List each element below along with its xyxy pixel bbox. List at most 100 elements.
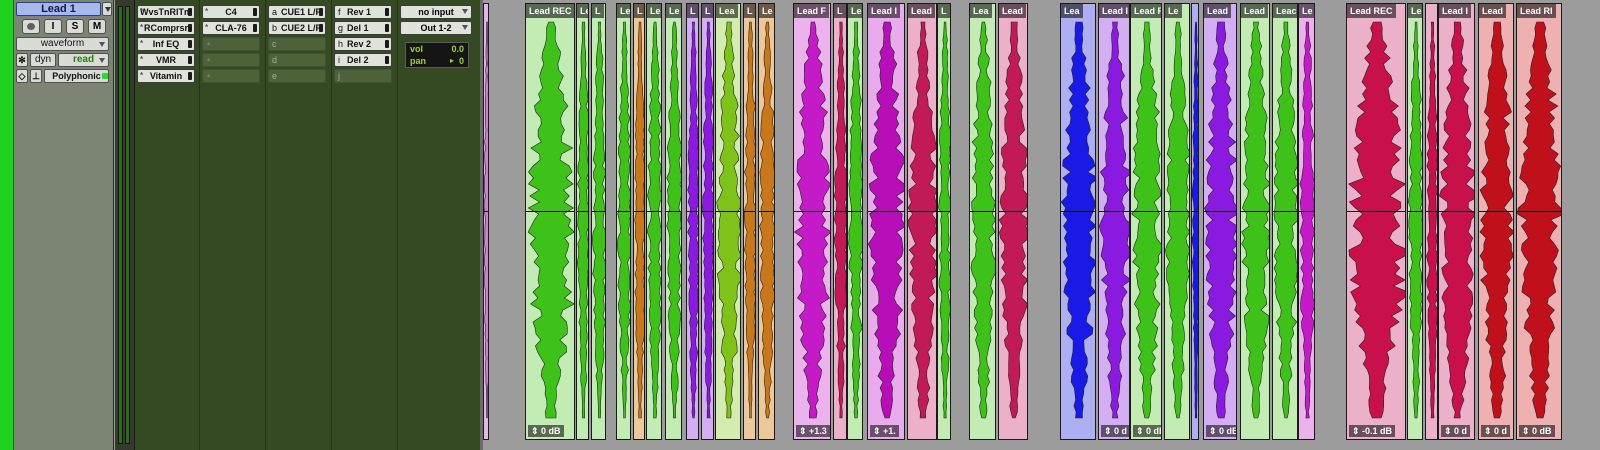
send-f-j-slot-5[interactable]: j bbox=[334, 69, 392, 83]
solo-button[interactable]: S bbox=[66, 19, 84, 34]
clip-volume-line[interactable] bbox=[848, 211, 862, 212]
clip-volume-line[interactable] bbox=[999, 211, 1027, 212]
audio-clip[interactable]: Lea bbox=[969, 3, 996, 440]
clip-gain-label[interactable]: ⇕ 0 dB bbox=[1206, 425, 1236, 437]
clip-volume-line[interactable] bbox=[617, 211, 630, 212]
snowflake-icon[interactable]: ✻ bbox=[16, 53, 28, 67]
send-f-j-slot-1[interactable]: f Rev 1 bbox=[334, 5, 392, 19]
clip-volume-line[interactable] bbox=[1347, 211, 1405, 212]
audio-clip[interactable]: Lead bbox=[998, 3, 1028, 440]
audio-clip[interactable]: Lead I ⇕ 0 d bbox=[1098, 3, 1130, 440]
clip-volume-line[interactable] bbox=[1241, 211, 1269, 212]
audio-clip[interactable]: Le bbox=[616, 3, 631, 440]
audio-clip[interactable]: L bbox=[633, 3, 645, 440]
input-monitor-button[interactable]: I bbox=[44, 19, 62, 34]
send-a-e-slot-2[interactable]: b CUE2 L/R bbox=[268, 21, 326, 35]
insert-a-e-slot-4[interactable]: VMR * bbox=[137, 53, 195, 67]
clip-volume-line[interactable] bbox=[577, 211, 588, 212]
dyn-button[interactable]: dyn bbox=[30, 53, 56, 67]
send-f-j-slot-4[interactable]: i Del 2 bbox=[334, 53, 392, 67]
clip-volume-line[interactable] bbox=[666, 211, 681, 212]
insert-f-j-slot-5[interactable]: • * bbox=[202, 69, 260, 83]
clip-volume-line[interactable] bbox=[592, 211, 605, 212]
clip-gain-label[interactable]: ⇕ 0 dB bbox=[1519, 425, 1555, 437]
clip-gain-label[interactable]: ⇕ 0 d bbox=[1101, 425, 1129, 437]
clip-volume-line[interactable] bbox=[1273, 211, 1297, 212]
clip-volume-line[interactable] bbox=[1517, 211, 1561, 212]
clip-volume-line[interactable] bbox=[834, 211, 846, 212]
audio-clip[interactable]: Lead I ⇕ 0 d bbox=[1438, 3, 1475, 440]
send-a-e-slot-4[interactable]: d bbox=[268, 53, 326, 67]
volume-value[interactable]: 0.0 bbox=[451, 44, 464, 54]
audio-clip[interactable]: L bbox=[937, 3, 951, 440]
clip-gain-label[interactable]: ⇕ -0.1 dB bbox=[1349, 425, 1396, 437]
insert-f-j-slot-2[interactable]: CLA-76 * bbox=[202, 21, 260, 35]
clip-volume-line[interactable] bbox=[1099, 211, 1129, 212]
audio-clip[interactable]: Lea bbox=[715, 3, 741, 440]
input-selector[interactable]: no input bbox=[400, 5, 472, 19]
elastic-audio-selector[interactable]: Polyphonic bbox=[44, 69, 109, 83]
clip-volume-line[interactable] bbox=[1408, 211, 1422, 212]
audio-clip[interactable] bbox=[1191, 3, 1199, 440]
automation-mode-selector[interactable]: read bbox=[58, 53, 109, 67]
track-view-selector[interactable]: waveform bbox=[16, 37, 109, 51]
clip-volume-line[interactable] bbox=[1061, 211, 1095, 212]
clip-gain-label[interactable]: ⇕ +1.3 bbox=[796, 425, 830, 437]
clip-volume-line[interactable] bbox=[1165, 211, 1189, 212]
insert-f-j-slot-1[interactable]: C4 * bbox=[202, 5, 260, 19]
clip-volume-line[interactable] bbox=[1299, 211, 1314, 212]
audio-clip[interactable]: Lead REC ⇕ 0 dB bbox=[525, 3, 575, 440]
clip-gain-label[interactable]: ⇕ 0 d bbox=[1481, 425, 1511, 437]
audio-clip[interactable]: L bbox=[833, 3, 847, 440]
volume-pan-display[interactable]: vol 0.0 pan 0 ▸ bbox=[405, 42, 469, 68]
audio-clip[interactable]: Lead bbox=[907, 3, 937, 440]
audio-clip[interactable] bbox=[483, 3, 489, 440]
track-menu-arrow-icon[interactable] bbox=[102, 2, 112, 16]
edit-timeline[interactable]: Lead REC⇕ 0 dBLeLLeLLeLeLLLeaLLeLead F⇕ … bbox=[483, 0, 1600, 450]
send-f-j-slot-2[interactable]: g Del 1 bbox=[334, 21, 392, 35]
timebase-icon[interactable]: ◇ bbox=[16, 69, 28, 83]
insert-f-j-slot-3[interactable]: • * bbox=[202, 37, 260, 51]
send-a-e-slot-3[interactable]: c bbox=[268, 37, 326, 51]
clip-volume-line[interactable] bbox=[794, 211, 830, 212]
audio-clip[interactable]: Le bbox=[1164, 3, 1190, 440]
clip-volume-line[interactable] bbox=[868, 211, 904, 212]
clip-volume-line[interactable] bbox=[647, 211, 661, 212]
audio-clip[interactable]: Lead I ⇕ +1. bbox=[867, 3, 905, 440]
clip-volume-line[interactable] bbox=[938, 211, 950, 212]
audio-clip[interactable]: Lead F ⇕ +1.3 bbox=[793, 3, 831, 440]
clip-volume-line[interactable] bbox=[1131, 211, 1161, 212]
send-a-e-slot-1[interactable]: a CUE1 L/R bbox=[268, 5, 326, 19]
clip-volume-line[interactable] bbox=[634, 211, 644, 212]
audio-clip[interactable]: Le bbox=[1298, 3, 1315, 440]
audio-clip[interactable]: Lead bbox=[1240, 3, 1270, 440]
clip-gain-label[interactable]: ⇕ +1. bbox=[870, 425, 899, 437]
audio-clip[interactable]: Lead R ⇕ 0 dB bbox=[1130, 3, 1162, 440]
elastic-audio-icon[interactable]: ⊥ bbox=[30, 69, 42, 83]
pan-value[interactable]: 0 bbox=[459, 56, 464, 66]
audio-clip[interactable]: L bbox=[591, 3, 606, 440]
insert-a-e-slot-2[interactable]: RComprsr * bbox=[137, 21, 195, 35]
clip-gain-label[interactable]: ⇕ 0 d bbox=[1441, 425, 1471, 437]
audio-clip[interactable] bbox=[1425, 3, 1438, 440]
send-a-e-slot-5[interactable]: e bbox=[268, 69, 326, 83]
audio-clip[interactable]: Le bbox=[758, 3, 775, 440]
audio-clip[interactable]: Le bbox=[665, 3, 682, 440]
audio-clip[interactable]: Le bbox=[847, 3, 863, 440]
audio-clip[interactable]: Le bbox=[1407, 3, 1423, 440]
mute-button[interactable]: M bbox=[88, 19, 106, 34]
record-enable-button[interactable] bbox=[22, 19, 40, 34]
send-f-j-slot-3[interactable]: h Rev 2 bbox=[334, 37, 392, 51]
clip-volume-line[interactable] bbox=[970, 211, 995, 212]
insert-a-e-slot-3[interactable]: Inf EQ * bbox=[137, 37, 195, 51]
audio-clip[interactable]: Le bbox=[646, 3, 662, 440]
clip-volume-line[interactable] bbox=[526, 211, 574, 212]
audio-clip[interactable]: Leac bbox=[1272, 3, 1298, 440]
audio-clip[interactable]: Lead RI ⇕ 0 dB bbox=[1516, 3, 1562, 440]
insert-a-e-slot-1[interactable]: WvsTnRlTm * bbox=[137, 5, 195, 19]
clip-volume-line[interactable] bbox=[1192, 211, 1198, 212]
track-name-button[interactable]: Lead 1 bbox=[16, 2, 101, 16]
clip-volume-line[interactable] bbox=[1479, 211, 1513, 212]
clip-volume-line[interactable] bbox=[702, 211, 713, 212]
audio-clip[interactable]: L bbox=[743, 3, 756, 440]
